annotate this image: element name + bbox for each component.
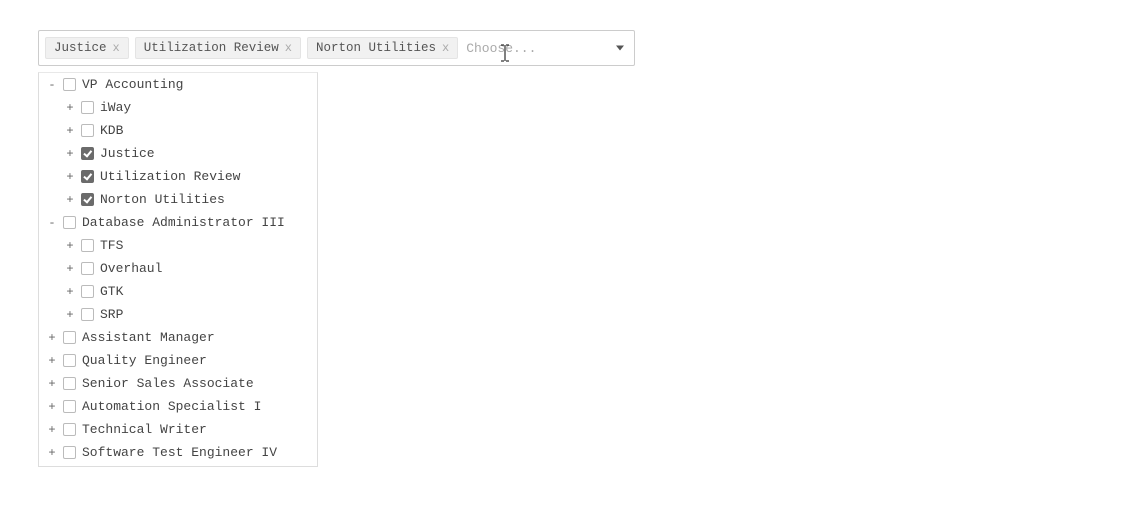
selected-tag[interactable]: Justice x: [45, 37, 129, 59]
expand-icon[interactable]: +: [47, 331, 57, 345]
tree-row[interactable]: + iWay: [39, 96, 317, 119]
tree-checkbox[interactable]: [81, 239, 94, 252]
tag-remove-icon[interactable]: x: [442, 42, 449, 54]
dropdown-tree[interactable]: - VP Accounting + iWay + KDB + Justice + Utilizat…: [38, 72, 318, 467]
tree-row[interactable]: + Automation Specialist I: [39, 395, 317, 418]
tree-label: Senior Sales Associate: [82, 376, 254, 391]
tree-label: Norton Utilities: [100, 192, 225, 207]
tree-row[interactable]: + Senior Sales Associate: [39, 372, 317, 395]
collapse-icon[interactable]: -: [47, 78, 57, 92]
tree-row[interactable]: - Database Administrator III: [39, 211, 317, 234]
dropdown-caret-icon[interactable]: [616, 46, 624, 51]
expand-icon[interactable]: +: [65, 124, 75, 138]
tree-label: Software Test Engineer IV: [82, 445, 277, 460]
expand-icon[interactable]: +: [47, 354, 57, 368]
tree-checkbox[interactable]: [81, 124, 94, 137]
tree-checkbox[interactable]: [81, 170, 94, 183]
tree-label: Automation Specialist I: [82, 399, 261, 414]
multiselect-input[interactable]: Justice x Utilization Review x Norton Ut…: [38, 30, 635, 66]
tree-row[interactable]: + Software Test Engineer IV: [39, 441, 317, 464]
selected-tag[interactable]: Utilization Review x: [135, 37, 301, 59]
tree-label: Overhaul: [100, 261, 162, 276]
tree-label: GTK: [100, 284, 123, 299]
tree-checkbox[interactable]: [63, 423, 76, 436]
tree-checkbox[interactable]: [63, 354, 76, 367]
tree-label: VP Accounting: [82, 77, 183, 92]
expand-icon[interactable]: +: [65, 193, 75, 207]
tree-row[interactable]: + Utilization Review: [39, 165, 317, 188]
collapse-icon[interactable]: -: [47, 216, 57, 230]
tree-label: KDB: [100, 123, 123, 138]
tree-label: Utilization Review: [100, 169, 240, 184]
tag-label: Utilization Review: [144, 41, 279, 55]
tree-row[interactable]: + KDB: [39, 119, 317, 142]
expand-icon[interactable]: +: [65, 147, 75, 161]
expand-icon[interactable]: +: [65, 285, 75, 299]
tree-label: Database Administrator III: [82, 215, 285, 230]
tree-checkbox[interactable]: [81, 285, 94, 298]
tree-checkbox[interactable]: [81, 262, 94, 275]
expand-icon[interactable]: +: [47, 377, 57, 391]
expand-icon[interactable]: +: [65, 101, 75, 115]
tree-row[interactable]: + Technical Writer: [39, 418, 317, 441]
selected-tag[interactable]: Norton Utilities x: [307, 37, 458, 59]
tree-row[interactable]: + Assistant Manager: [39, 326, 317, 349]
tree-checkbox[interactable]: [63, 331, 76, 344]
expand-icon[interactable]: +: [65, 239, 75, 253]
tree-checkbox[interactable]: [81, 193, 94, 206]
tree-row[interactable]: + Overhaul: [39, 257, 317, 280]
tree-label: Quality Engineer: [82, 353, 207, 368]
multiselect-text-input[interactable]: [464, 38, 604, 59]
tree-checkbox[interactable]: [81, 308, 94, 321]
tree-checkbox[interactable]: [63, 78, 76, 91]
tree-checkbox[interactable]: [63, 446, 76, 459]
tag-remove-icon[interactable]: x: [113, 42, 120, 54]
tree-label: iWay: [100, 100, 131, 115]
tree-row[interactable]: + Quality Engineer: [39, 349, 317, 372]
tree-label: Justice: [100, 146, 155, 161]
tag-remove-icon[interactable]: x: [285, 42, 292, 54]
expand-icon[interactable]: +: [47, 446, 57, 460]
tree-row[interactable]: + TFS: [39, 234, 317, 257]
tree-checkbox[interactable]: [63, 400, 76, 413]
tree-checkbox[interactable]: [63, 377, 76, 390]
tree-checkbox[interactable]: [63, 216, 76, 229]
tree-checkbox[interactable]: [81, 101, 94, 114]
expand-icon[interactable]: +: [65, 308, 75, 322]
tree-row[interactable]: + Norton Utilities: [39, 188, 317, 211]
tree-label: TFS: [100, 238, 123, 253]
expand-icon[interactable]: +: [47, 400, 57, 414]
tree-row[interactable]: + Justice: [39, 142, 317, 165]
tree-checkbox[interactable]: [81, 147, 94, 160]
expand-icon[interactable]: +: [65, 170, 75, 184]
tree-row[interactable]: + GTK: [39, 280, 317, 303]
tree-label: Technical Writer: [82, 422, 207, 437]
tree-label: SRP: [100, 307, 123, 322]
tree-row[interactable]: - VP Accounting: [39, 73, 317, 96]
tree-label: Assistant Manager: [82, 330, 215, 345]
tree-row[interactable]: + SRP: [39, 303, 317, 326]
tag-label: Norton Utilities: [316, 41, 436, 55]
expand-icon[interactable]: +: [47, 423, 57, 437]
tag-label: Justice: [54, 41, 107, 55]
expand-icon[interactable]: +: [65, 262, 75, 276]
